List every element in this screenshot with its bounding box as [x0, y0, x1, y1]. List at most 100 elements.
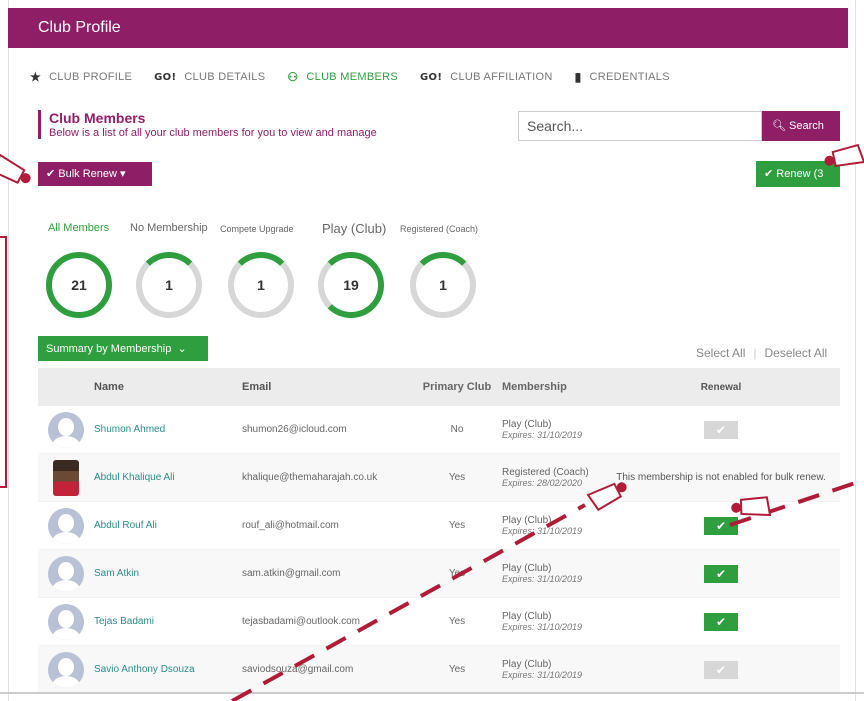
membership-type: Play (Club) — [502, 658, 552, 670]
member-membership: Play (Club) Expires: 31/10/2019 — [502, 563, 602, 585]
renew-toggle[interactable]: ✔ — [704, 420, 738, 439]
filter-count-registered-coach[interactable]: 1 — [410, 252, 476, 318]
filter-label-compete-upgrade[interactable]: Compete Upgrade — [220, 224, 294, 234]
star-icon: ★ — [30, 70, 42, 84]
member-email: sam.atkin@gmail.com — [242, 568, 341, 579]
filter-label-all-members[interactable]: All Members — [48, 222, 109, 234]
deselect-all-link[interactable]: Deselect All — [764, 346, 827, 360]
members-icon: ⚇ — [287, 70, 299, 84]
club-nav: ★ CLUB PROFILE GO! CLUB DETAILS ⚇ CLUB M… — [30, 70, 692, 84]
member-primary-club: Yes — [448, 520, 466, 531]
table-row[interactable]: Tejas Badami tejasbadami@outlook.com Yes… — [38, 598, 840, 646]
table-row[interactable]: Abdul Rouf Ali rouf_ali@hotmail.com Yes … — [38, 502, 840, 550]
avatar-photo — [53, 459, 79, 496]
avatar — [48, 603, 84, 640]
nav-label: CLUB DETAILS — [184, 71, 266, 83]
member-email: rouf_ali@hotmail.com — [242, 520, 339, 531]
header-renewal: Renewal — [700, 381, 742, 393]
table-row[interactable]: Shumon Ahmed shumon26@icloud.com No Play… — [38, 406, 840, 454]
nav-club-profile[interactable]: ★ CLUB PROFILE — [30, 70, 132, 84]
page-title: Club Profile — [38, 19, 121, 36]
nav-club-details[interactable]: GO! CLUB DETAILS — [154, 71, 265, 83]
member-email: saviodsouza@gmail.com — [242, 664, 354, 675]
summary-by-membership-button[interactable]: Summary by Membership ⌄ — [38, 336, 208, 361]
go-icon: GO! — [154, 71, 177, 83]
page-header: Club Profile — [8, 8, 848, 48]
header-primary-club[interactable]: Primary Club — [412, 381, 502, 393]
renew-toggle[interactable]: ✔ — [704, 612, 738, 631]
nav-club-members[interactable]: ⚇ CLUB MEMBERS — [287, 70, 398, 84]
go-icon: GO! — [420, 71, 443, 83]
membership-expiry: Expires: 31/10/2019 — [502, 429, 583, 440]
filter-label-registered-coach[interactable]: Registered (Coach) — [400, 224, 478, 234]
member-name[interactable]: Abdul Khalique Ali — [94, 472, 242, 483]
member-membership: Play (Club) Expires: 31/10/2019 — [502, 515, 602, 537]
membership-expiry: Expires: 31/10/2019 — [502, 621, 583, 632]
renew-toggle[interactable]: ✔ — [704, 516, 738, 535]
members-table: Name Email Primary Club Membership Renew… — [38, 368, 840, 694]
member-membership: Play (Club) Expires: 31/10/2019 — [502, 659, 602, 681]
member-membership: Play (Club) Expires: 31/10/2019 — [502, 611, 602, 633]
bottom-divider — [0, 692, 864, 694]
renew-toggle[interactable]: ✔ — [704, 564, 738, 583]
summary-label: Summary by Membership — [46, 343, 172, 355]
filter-count-play-club[interactable]: 19 — [318, 252, 384, 318]
member-email: tejasbadami@outlook.com — [242, 616, 360, 627]
divider: | — [753, 346, 757, 360]
membership-type: Play (Club) — [502, 562, 552, 574]
membership-expiry: Expires: 31/10/2019 — [502, 573, 583, 584]
header-name[interactable]: Name — [94, 381, 242, 393]
annotation-bracket — [0, 236, 7, 488]
filter-label-no-membership[interactable]: No Membership — [130, 222, 208, 234]
check-icon: ✔ — [46, 168, 56, 180]
member-name[interactable]: Shumon Ahmed — [94, 424, 242, 435]
header-membership[interactable]: Membership — [502, 381, 602, 393]
membership-expiry: Expires: 31/10/2019 — [502, 669, 583, 680]
filter-count-no-membership[interactable]: 1 — [136, 252, 202, 318]
member-name[interactable]: Abdul Rouf Ali — [94, 520, 242, 531]
member-primary-club: Yes — [448, 568, 466, 579]
nav-label: CLUB MEMBERS — [306, 71, 399, 83]
select-all-link[interactable]: Select All — [696, 346, 745, 360]
membership-type: Play (Club) — [502, 610, 552, 622]
section-title: Club Members — [49, 110, 146, 126]
member-primary-club: No — [450, 424, 464, 435]
caret-down-icon: ▾ — [120, 168, 126, 180]
section-subtitle: Below is a list of all your club members… — [49, 127, 377, 139]
member-name[interactable]: Savio Anthony Dsouza — [94, 664, 242, 675]
table-row[interactable]: Abdul Khalique Ali khalique@themaharajah… — [38, 454, 840, 502]
search-icon: 🔍︎ — [772, 120, 786, 132]
renewal-note: This membership is not enabled for bulk … — [616, 472, 826, 483]
member-primary-club: Yes — [448, 472, 466, 483]
member-name[interactable]: Sam Atkin — [94, 568, 242, 579]
search-button[interactable]: 🔍︎ Search — [762, 111, 840, 141]
member-membership: Play (Club) Expires: 31/10/2019 — [502, 419, 602, 441]
filter-count-all-members[interactable]: 21 — [46, 252, 112, 318]
filter-label-play-club[interactable]: Play (Club) — [322, 221, 386, 236]
bookmark-icon: ▮ — [574, 70, 582, 84]
avatar — [48, 507, 84, 544]
table-row[interactable]: Sam Atkin sam.atkin@gmail.com Yes Play (… — [38, 550, 840, 598]
membership-type: Registered (Coach) — [502, 466, 589, 478]
table-row[interactable]: Savio Anthony Dsouza saviodsouza@gmail.c… — [38, 646, 840, 694]
nav-credentials[interactable]: ▮ CREDENTIALS — [575, 70, 670, 84]
search-button-label: Search — [789, 120, 824, 132]
renew-toggle[interactable]: ✔ — [704, 660, 738, 679]
renew-button[interactable]: ✔ Renew (3 — [756, 161, 840, 187]
member-email: khalique@themaharajah.co.uk — [242, 472, 378, 483]
member-name[interactable]: Tejas Badami — [94, 616, 242, 627]
nav-club-affiliation[interactable]: GO! CLUB AFFILIATION — [420, 71, 553, 83]
membership-type: Play (Club) — [502, 418, 552, 430]
avatar — [48, 555, 84, 592]
header-email[interactable]: Email — [242, 381, 412, 393]
table-header: Name Email Primary Club Membership Renew… — [38, 368, 840, 406]
bulk-renew-label: Bulk Renew — [58, 168, 117, 180]
search-input[interactable]: Search... — [518, 111, 762, 141]
bulk-renew-button[interactable]: ✔ Bulk Renew ▾ — [38, 162, 152, 186]
membership-expiry: Expires: 28/02/2020 — [502, 477, 583, 488]
filter-count-compete-upgrade[interactable]: 1 — [228, 252, 294, 318]
avatar — [48, 651, 84, 688]
member-membership: Registered (Coach) Expires: 28/02/2020 — [502, 467, 602, 489]
check-icon: ✔ — [764, 168, 774, 180]
member-primary-club: Yes — [448, 664, 466, 675]
